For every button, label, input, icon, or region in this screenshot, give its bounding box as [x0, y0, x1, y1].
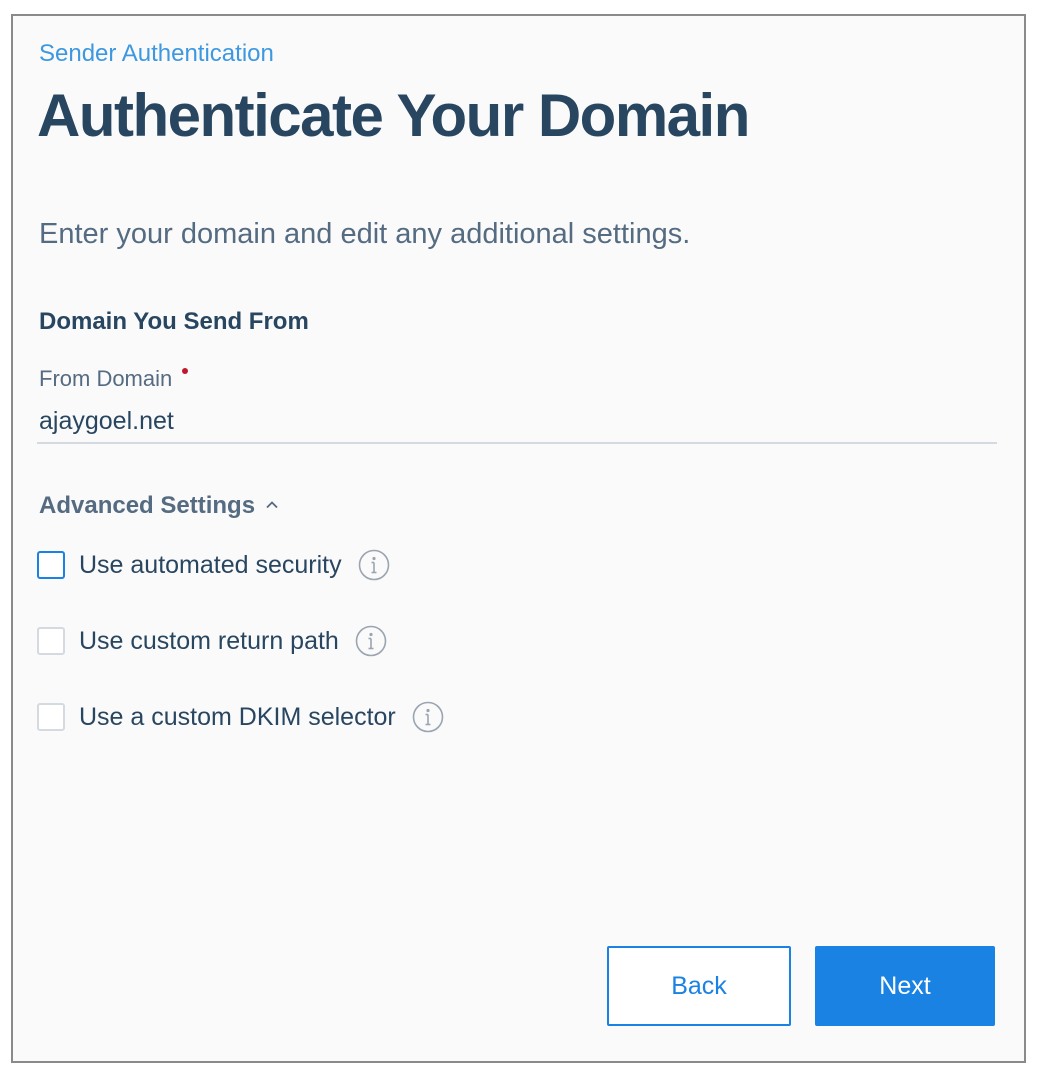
wizard-panel: Sender Authentication Authenticate Your … — [11, 14, 1026, 1063]
back-button[interactable]: Back — [607, 946, 791, 1026]
automated-security-label: Use automated security — [79, 550, 342, 579]
from-domain-label-text: From Domain — [39, 366, 173, 391]
section-heading-domain: Domain You Send From — [39, 308, 309, 335]
required-indicator-icon — [182, 368, 189, 374]
info-icon[interactable] — [358, 549, 390, 581]
advanced-settings-toggle[interactable]: Advanced Settings — [39, 488, 279, 520]
chevron-up-icon — [265, 488, 279, 516]
option-custom-dkim-selector: Use a custom DKIM selector — [37, 700, 444, 734]
page-subtitle: Enter your domain and edit any additiona… — [39, 218, 691, 250]
page-title: Authenticate Your Domain — [37, 82, 750, 149]
custom-return-path-checkbox[interactable] — [37, 627, 65, 655]
option-custom-return-path: Use custom return path — [37, 624, 387, 658]
from-domain-label: From Domain — [39, 366, 189, 392]
custom-return-path-label: Use custom return path — [79, 626, 339, 655]
info-icon[interactable] — [412, 701, 444, 733]
automated-security-checkbox[interactable] — [37, 551, 65, 579]
breadcrumb: Sender Authentication — [39, 40, 274, 67]
custom-dkim-selector-label: Use a custom DKIM selector — [79, 702, 396, 731]
custom-dkim-selector-checkbox[interactable] — [37, 703, 65, 731]
from-domain-input[interactable] — [37, 400, 997, 444]
advanced-settings-label: Advanced Settings — [39, 492, 256, 519]
next-button[interactable]: Next — [815, 946, 995, 1026]
info-icon[interactable] — [355, 625, 387, 657]
option-automated-security: Use automated security — [37, 548, 390, 582]
